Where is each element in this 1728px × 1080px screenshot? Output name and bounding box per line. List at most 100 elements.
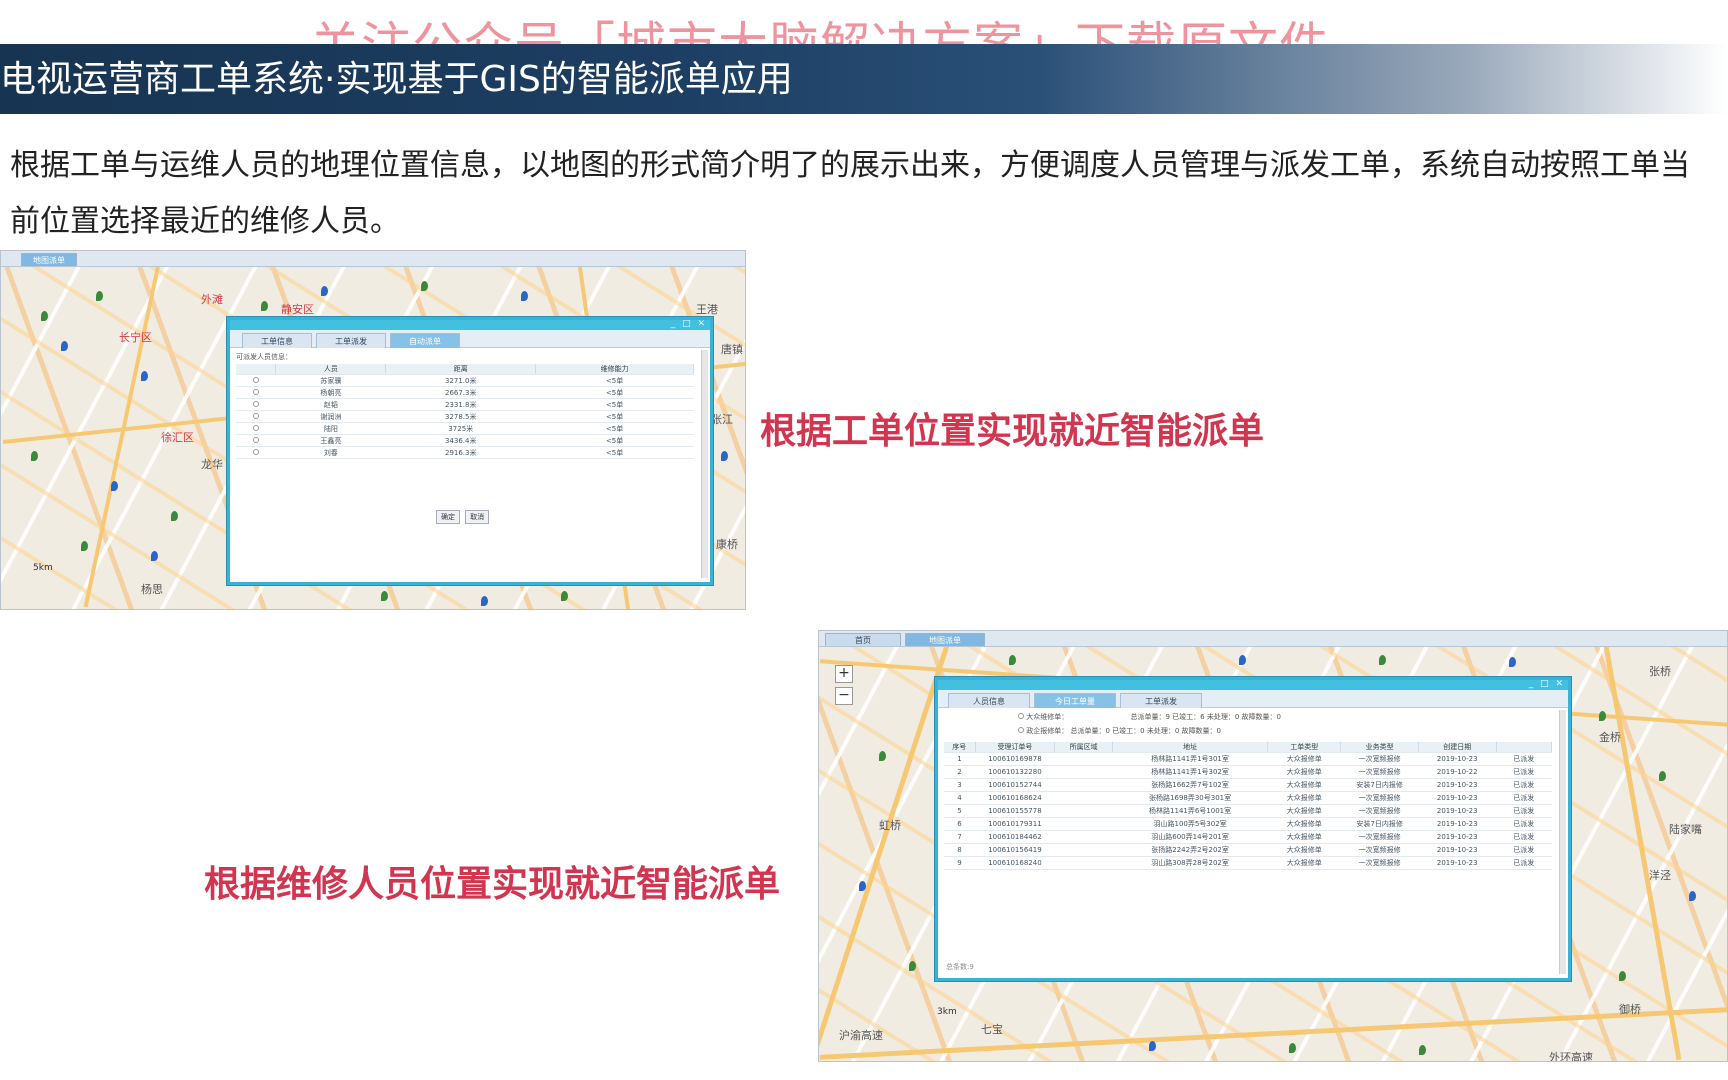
map-pin[interactable] <box>1509 657 1516 667</box>
table-row[interactable]: 1 100610169878 杨林路1141弄1号301室 大众报修单 一次宽频报修 20… <box>944 752 1552 766</box>
tab-home[interactable]: 首页 <box>825 633 901 646</box>
window-tabbar: 工单信息 工单派发 自动派单 <box>230 330 710 348</box>
map-label: 康桥 <box>716 538 738 551</box>
filter-row: 大众维修单： 总派单量：9 已竣工：6 未处理：0 故障数量：0 <box>1018 712 1281 722</box>
map-pin[interactable] <box>1659 771 1666 781</box>
table-row[interactable]: 4 100610168624 张杨路1698弄30号301室 大众报修单 一次宽频报修 2… <box>944 791 1552 805</box>
tab-auto-dispatch[interactable]: 自动派单 <box>390 333 460 348</box>
row-radio[interactable] <box>252 424 259 431</box>
map-pin[interactable] <box>859 881 866 891</box>
zoom-out-button[interactable]: − <box>835 687 853 705</box>
map-pin[interactable] <box>1149 1041 1156 1051</box>
scrollbar[interactable] <box>701 350 708 578</box>
zoom-in-button[interactable]: + <box>835 665 853 683</box>
screenshot-staff-dispatch: 首页 地图派单 + − 张桥 金桥 陆家嘴 洋泾 御桥 七宝 虹桥 新区 沪渝高… <box>818 630 1728 1062</box>
map-pin[interactable] <box>721 451 728 461</box>
tab-work-order-dispatch[interactable]: 工单派发 <box>316 333 386 348</box>
table-cell: 已派发 <box>1496 804 1552 818</box>
table-cell: 杨朝亮 <box>275 386 386 399</box>
map-pin[interactable] <box>1379 655 1386 665</box>
table-cell: 已派发 <box>1496 765 1552 779</box>
map-pin[interactable] <box>321 286 328 296</box>
map-pin[interactable] <box>481 596 488 606</box>
map-pin[interactable] <box>521 291 528 301</box>
row-radio[interactable] <box>252 388 259 395</box>
map-pin[interactable] <box>81 541 88 551</box>
table-row[interactable]: 刘春 2916.3米 <5单 <box>236 446 694 459</box>
map-pin[interactable] <box>96 291 103 301</box>
table-cell: 2019-10-23 <box>1418 778 1497 792</box>
tab-map-dispatch[interactable]: 地图派单 <box>905 633 985 646</box>
table-row[interactable]: 2 100610132280 杨林路1141弄1号302室 大众报修单 一次宽频报修 20… <box>944 765 1552 779</box>
map-pin[interactable] <box>1009 655 1016 665</box>
radio-enterprise-repair[interactable] <box>1018 727 1024 733</box>
map-pin[interactable] <box>421 281 428 291</box>
tab-order-dispatch[interactable]: 工单派发 <box>1120 693 1202 708</box>
table-cell: 3 <box>944 778 976 792</box>
radio-public-repair[interactable] <box>1018 713 1024 719</box>
window-controls[interactable]: _ □ ✕ <box>671 319 707 329</box>
map-pin[interactable] <box>879 751 886 761</box>
map-pin[interactable] <box>111 481 118 491</box>
row-radio[interactable] <box>252 412 259 419</box>
map-pin[interactable] <box>41 311 48 321</box>
table-row[interactable]: 谢润洲 3278.5米 <5单 <box>236 410 694 423</box>
table-row[interactable]: 5 100610155778 杨林路1141弄6号1001室 大众报修单 一次宽频报修 2… <box>944 804 1552 818</box>
map-pin[interactable] <box>141 371 148 381</box>
map-pin[interactable] <box>561 591 568 601</box>
window-controls[interactable]: _ □ ✕ <box>1529 679 1565 689</box>
window-tabbar: 人员信息 今日工单量 工单派发 <box>938 690 1568 708</box>
table-cell: 大众报修单 <box>1267 830 1341 844</box>
table-cell <box>1054 856 1113 870</box>
row-radio[interactable] <box>252 448 259 455</box>
tab-staff-info[interactable]: 人员信息 <box>948 693 1030 708</box>
map-pin[interactable] <box>1289 1043 1296 1053</box>
table-cell: 一次宽频报修 <box>1340 804 1419 818</box>
table-row[interactable]: 陆阳 3725米 <5单 <box>236 422 694 435</box>
filter-stats: 总派单量：9 已竣工：6 未处理：0 故障数量：0 <box>1130 713 1281 721</box>
tab-work-order-info[interactable]: 工单信息 <box>242 333 312 348</box>
table-row[interactable]: 9 100610168240 羽山路308弄28号202室 大众报修单 一次宽频报修 20… <box>944 856 1552 870</box>
map-pin[interactable] <box>1239 655 1246 665</box>
map-pin[interactable] <box>1619 971 1626 981</box>
table-row[interactable]: 王鑫亮 3436.4米 <5单 <box>236 434 694 447</box>
table-row[interactable]: 6 100610179311 羽山路100弄5号302室 大众报修单 安装7日内报修 20… <box>944 817 1552 831</box>
table-cell: 大众报修单 <box>1267 817 1341 831</box>
cancel-button[interactable]: 取消 <box>465 510 490 524</box>
table-row[interactable]: 3 100610152744 张杨路1662弄7号102室 大众报修单 安装7日内报修 2… <box>944 778 1552 792</box>
row-radio[interactable] <box>252 376 259 383</box>
map-pin[interactable] <box>31 451 38 461</box>
map-label: 王港 <box>696 303 718 316</box>
row-radio[interactable] <box>252 436 259 443</box>
map-label: 静安区 <box>281 303 314 316</box>
caption-top: 根据工单位置实现就近智能派单 <box>760 411 1265 452</box>
window-titlebar[interactable]: _ □ ✕ <box>230 319 710 330</box>
table-cell: 一次宽频报修 <box>1340 830 1419 844</box>
staff-table: 人员 距离 维修能力 苏家骥 3271.0米 <5单 杨朝亮 2667.3米 <5单 赵韬 2… <box>236 364 694 459</box>
table-row[interactable]: 杨朝亮 2667.3米 <5单 <box>236 386 694 399</box>
map-pin[interactable] <box>909 961 916 971</box>
window-titlebar[interactable]: _ □ ✕ <box>938 679 1568 690</box>
tab-daily-orders[interactable]: 今日工单量 <box>1034 693 1116 708</box>
table-cell: 已派发 <box>1496 778 1552 792</box>
table-cell: 3436.4米 <box>385 434 536 447</box>
row-radio[interactable] <box>252 400 259 407</box>
table-row[interactable]: 苏家骥 3271.0米 <5单 <box>236 374 694 387</box>
table-row[interactable]: 7 100610184462 羽山路600弄14号201室 大众报修单 一次宽频报修 20… <box>944 830 1552 844</box>
tab-map-dispatch[interactable]: 地图派单 <box>21 253 77 266</box>
map-pin[interactable] <box>1599 711 1606 721</box>
scrollbar[interactable] <box>1559 710 1566 974</box>
map-pin[interactable] <box>1419 1045 1426 1055</box>
table-row[interactable]: 赵韬 2331.8米 <5单 <box>236 398 694 411</box>
confirm-button[interactable]: 确定 <box>436 510 460 524</box>
map-pin[interactable] <box>151 551 158 561</box>
map-pin[interactable] <box>61 341 68 351</box>
table-row[interactable]: 8 100610156419 张扬路2242弄2号202室 大众报修单 一次宽频报修 20… <box>944 843 1552 857</box>
map-pin[interactable] <box>261 301 268 311</box>
map-pin[interactable] <box>171 511 178 521</box>
table-cell: 100610152744 <box>975 778 1055 792</box>
map-pin[interactable] <box>381 591 388 601</box>
table-cell: <5单 <box>535 410 694 423</box>
map-pin[interactable] <box>1689 891 1696 901</box>
table-cell <box>1054 817 1113 831</box>
